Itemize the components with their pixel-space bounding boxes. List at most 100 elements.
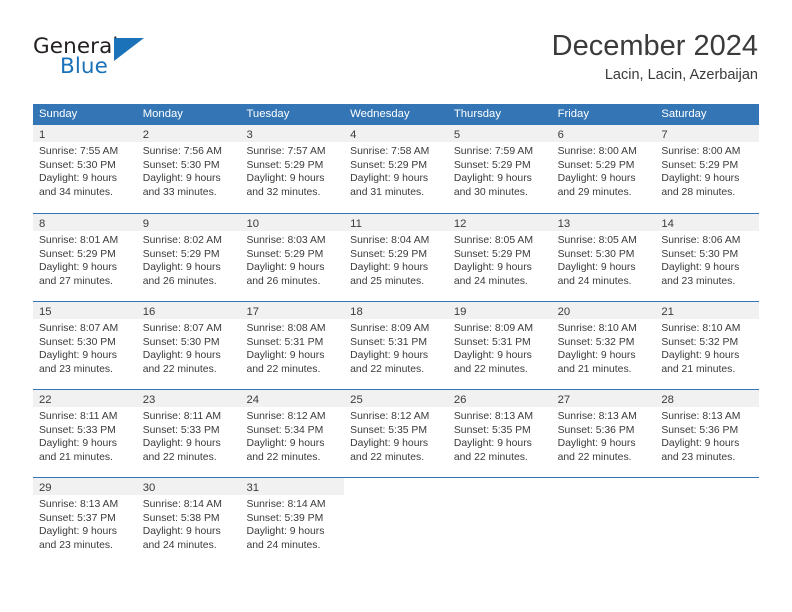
- day-info: Sunrise: 7:56 AM Sunset: 5:30 PM Dayligh…: [137, 142, 241, 199]
- day-cell[interactable]: 28 Sunrise: 8:13 AM Sunset: 5:36 PM Dayl…: [655, 390, 760, 477]
- daylight-text-line2: and 29 minutes.: [557, 186, 632, 198]
- day-info: Sunrise: 8:13 AM Sunset: 5:36 PM Dayligh…: [552, 407, 656, 464]
- day-cell[interactable]: 2 Sunrise: 7:56 AM Sunset: 5:30 PM Dayli…: [136, 125, 241, 213]
- day-info: Sunrise: 8:09 AM Sunset: 5:31 PM Dayligh…: [344, 319, 448, 376]
- day-cell[interactable]: 3 Sunrise: 7:57 AM Sunset: 5:29 PM Dayli…: [240, 125, 345, 213]
- sunset-text: Sunset: 5:30 PM: [557, 248, 635, 260]
- day-cell[interactable]: 9 Sunrise: 8:02 AM Sunset: 5:29 PM Dayli…: [136, 214, 241, 301]
- sunrise-text: Sunrise: 8:13 AM: [661, 411, 741, 422]
- day-cell[interactable]: 4 Sunrise: 7:58 AM Sunset: 5:29 PM Dayli…: [344, 125, 448, 213]
- sunset-text: Sunset: 5:30 PM: [661, 248, 739, 260]
- daylight-text-line1: Daylight: 9 hours: [39, 438, 117, 450]
- week-row: 1 Sunrise: 7:55 AM Sunset: 5:30 PM Dayli…: [33, 125, 760, 213]
- day-cell[interactable]: 17 Sunrise: 8:08 AM Sunset: 5:31 PM Dayl…: [240, 302, 345, 389]
- day-cell[interactable]: 25 Sunrise: 8:12 AM Sunset: 5:35 PM Dayl…: [344, 390, 448, 477]
- day-number: 28: [661, 394, 674, 406]
- sunset-text: Sunset: 5:29 PM: [661, 159, 739, 171]
- day-cell[interactable]: 22 Sunrise: 8:11 AM Sunset: 5:33 PM Dayl…: [33, 390, 137, 477]
- daylight-text-line2: and 34 minutes.: [39, 186, 113, 198]
- day-cell[interactable]: 24 Sunrise: 8:12 AM Sunset: 5:34 PM Dayl…: [240, 390, 345, 477]
- day-cell-empty: [552, 478, 656, 565]
- daylight-text-line1: Daylight: 9 hours: [142, 526, 221, 538]
- day-number-band: 25: [344, 390, 448, 407]
- sunrise-text: Sunrise: 7:59 AM: [453, 146, 534, 157]
- day-number: 26: [453, 394, 467, 406]
- day-cell[interactable]: 11 Sunrise: 8:04 AM Sunset: 5:29 PM Dayl…: [344, 214, 448, 301]
- sunset-text: Sunset: 5:33 PM: [142, 424, 220, 436]
- daylight-text-line1: Daylight: 9 hours: [246, 262, 325, 274]
- day-cell[interactable]: 21 Sunrise: 8:10 AM Sunset: 5:32 PM Dayl…: [655, 302, 760, 389]
- day-cell[interactable]: 18 Sunrise: 8:09 AM Sunset: 5:31 PM Dayl…: [344, 302, 448, 389]
- sunrise-text: Sunrise: 8:07 AM: [142, 323, 222, 334]
- day-cell[interactable]: 19 Sunrise: 8:09 AM Sunset: 5:31 PM Dayl…: [447, 302, 552, 389]
- day-cell[interactable]: 20 Sunrise: 8:10 AM Sunset: 5:32 PM Dayl…: [551, 302, 656, 389]
- day-cell[interactable]: 6 Sunrise: 8:00 AM Sunset: 5:29 PM Dayli…: [551, 125, 656, 213]
- general-blue-logo[interactable]: General Blue: [33, 36, 163, 88]
- day-info: Sunrise: 8:14 AM Sunset: 5:38 PM Dayligh…: [137, 495, 241, 552]
- sunrise-text: Sunrise: 8:09 AM: [350, 323, 430, 334]
- sunset-text: Sunset: 5:36 PM: [557, 424, 635, 436]
- daylight-text-line1: Daylight: 9 hours: [39, 262, 117, 274]
- day-number: 4: [350, 129, 357, 141]
- day-number: 21: [661, 306, 674, 318]
- day-cell[interactable]: 8 Sunrise: 8:01 AM Sunset: 5:29 PM Dayli…: [33, 214, 137, 301]
- daylight-text-line1: Daylight: 9 hours: [661, 262, 740, 274]
- sunrise-text: Sunrise: 8:10 AM: [557, 323, 637, 334]
- day-cell[interactable]: 5 Sunrise: 7:59 AM Sunset: 5:29 PM Dayli…: [447, 125, 552, 213]
- daylight-text-line2: and 22 minutes.: [246, 451, 321, 463]
- sunrise-text: Sunrise: 8:05 AM: [453, 235, 534, 246]
- daylight-text-line1: Daylight: 9 hours: [142, 350, 221, 362]
- day-cell-empty: [448, 478, 552, 565]
- daylight-text-line2: and 26 minutes.: [246, 275, 321, 287]
- day-cell[interactable]: 29 Sunrise: 8:13 AM Sunset: 5:37 PM Dayl…: [33, 478, 137, 565]
- day-cell[interactable]: 12 Sunrise: 8:05 AM Sunset: 5:29 PM Dayl…: [447, 214, 552, 301]
- day-cell[interactable]: 10 Sunrise: 8:03 AM Sunset: 5:29 PM Dayl…: [240, 214, 345, 301]
- day-cell[interactable]: 26 Sunrise: 8:13 AM Sunset: 5:35 PM Dayl…: [447, 390, 552, 477]
- day-number: 2: [142, 129, 150, 141]
- day-info: Sunrise: 8:07 AM Sunset: 5:30 PM Dayligh…: [137, 319, 241, 376]
- day-cell[interactable]: 15 Sunrise: 8:07 AM Sunset: 5:30 PM Dayl…: [33, 302, 137, 389]
- day-number-band: 29: [33, 478, 137, 495]
- sunset-text: Sunset: 5:35 PM: [453, 424, 531, 436]
- day-cell[interactable]: 13 Sunrise: 8:05 AM Sunset: 5:30 PM Dayl…: [551, 214, 656, 301]
- page-header: General Blue December 2024 Lacin, Lacin,…: [0, 0, 792, 100]
- sunrise-text: Sunrise: 8:07 AM: [39, 323, 119, 334]
- day-cell[interactable]: 31 Sunrise: 8:14 AM Sunset: 5:39 PM Dayl…: [240, 478, 345, 565]
- day-info: Sunrise: 8:02 AM Sunset: 5:29 PM Dayligh…: [137, 231, 241, 288]
- day-number: 6: [557, 129, 564, 141]
- day-number-band: 28: [655, 390, 760, 407]
- daylight-text-line1: Daylight: 9 hours: [453, 262, 532, 274]
- weekday-header-tuesday: Tuesday: [246, 108, 290, 120]
- day-info: Sunrise: 7:59 AM Sunset: 5:29 PM Dayligh…: [448, 142, 552, 199]
- day-number: 8: [39, 218, 46, 230]
- logo-text-blue: Blue: [60, 54, 108, 79]
- day-info: Sunrise: 8:12 AM Sunset: 5:34 PM Dayligh…: [240, 407, 344, 464]
- daylight-text-line2: and 24 minutes.: [557, 275, 632, 287]
- day-cell[interactable]: 7 Sunrise: 8:00 AM Sunset: 5:29 PM Dayli…: [655, 125, 760, 213]
- daylight-text-line1: Daylight: 9 hours: [246, 438, 325, 450]
- daylight-text-line1: Daylight: 9 hours: [350, 438, 429, 450]
- sunset-text: Sunset: 5:33 PM: [39, 424, 116, 436]
- day-cell[interactable]: 1 Sunrise: 7:55 AM Sunset: 5:30 PM Dayli…: [33, 125, 137, 213]
- daylight-text-line1: Daylight: 9 hours: [350, 350, 429, 362]
- day-cell[interactable]: 14 Sunrise: 8:06 AM Sunset: 5:30 PM Dayl…: [655, 214, 760, 301]
- day-number-band: 19: [447, 302, 552, 319]
- daylight-text-line2: and 25 minutes.: [350, 275, 425, 287]
- day-cell[interactable]: 27 Sunrise: 8:13 AM Sunset: 5:36 PM Dayl…: [551, 390, 656, 477]
- day-number: 18: [350, 306, 363, 318]
- day-info: Sunrise: 8:13 AM Sunset: 5:35 PM Dayligh…: [448, 407, 552, 464]
- calendar-page: General Blue December 2024 Lacin, Lacin,…: [0, 0, 792, 612]
- daylight-text-line2: and 27 minutes.: [39, 275, 113, 287]
- sunrise-text: Sunrise: 8:13 AM: [557, 411, 637, 422]
- day-cell[interactable]: 23 Sunrise: 8:11 AM Sunset: 5:33 PM Dayl…: [136, 390, 241, 477]
- day-info: Sunrise: 8:03 AM Sunset: 5:29 PM Dayligh…: [240, 231, 344, 288]
- day-number: 15: [39, 306, 52, 318]
- daylight-text-line1: Daylight: 9 hours: [142, 262, 221, 274]
- daylight-text-line2: and 22 minutes.: [142, 451, 217, 463]
- day-cell[interactable]: 16 Sunrise: 8:07 AM Sunset: 5:30 PM Dayl…: [136, 302, 241, 389]
- sunrise-text: Sunrise: 8:11 AM: [142, 411, 222, 422]
- day-number-band: 5: [447, 125, 552, 142]
- day-cell[interactable]: 30 Sunrise: 8:14 AM Sunset: 5:38 PM Dayl…: [136, 478, 241, 565]
- sunset-text: Sunset: 5:29 PM: [350, 248, 427, 260]
- sunset-text: Sunset: 5:37 PM: [39, 512, 116, 524]
